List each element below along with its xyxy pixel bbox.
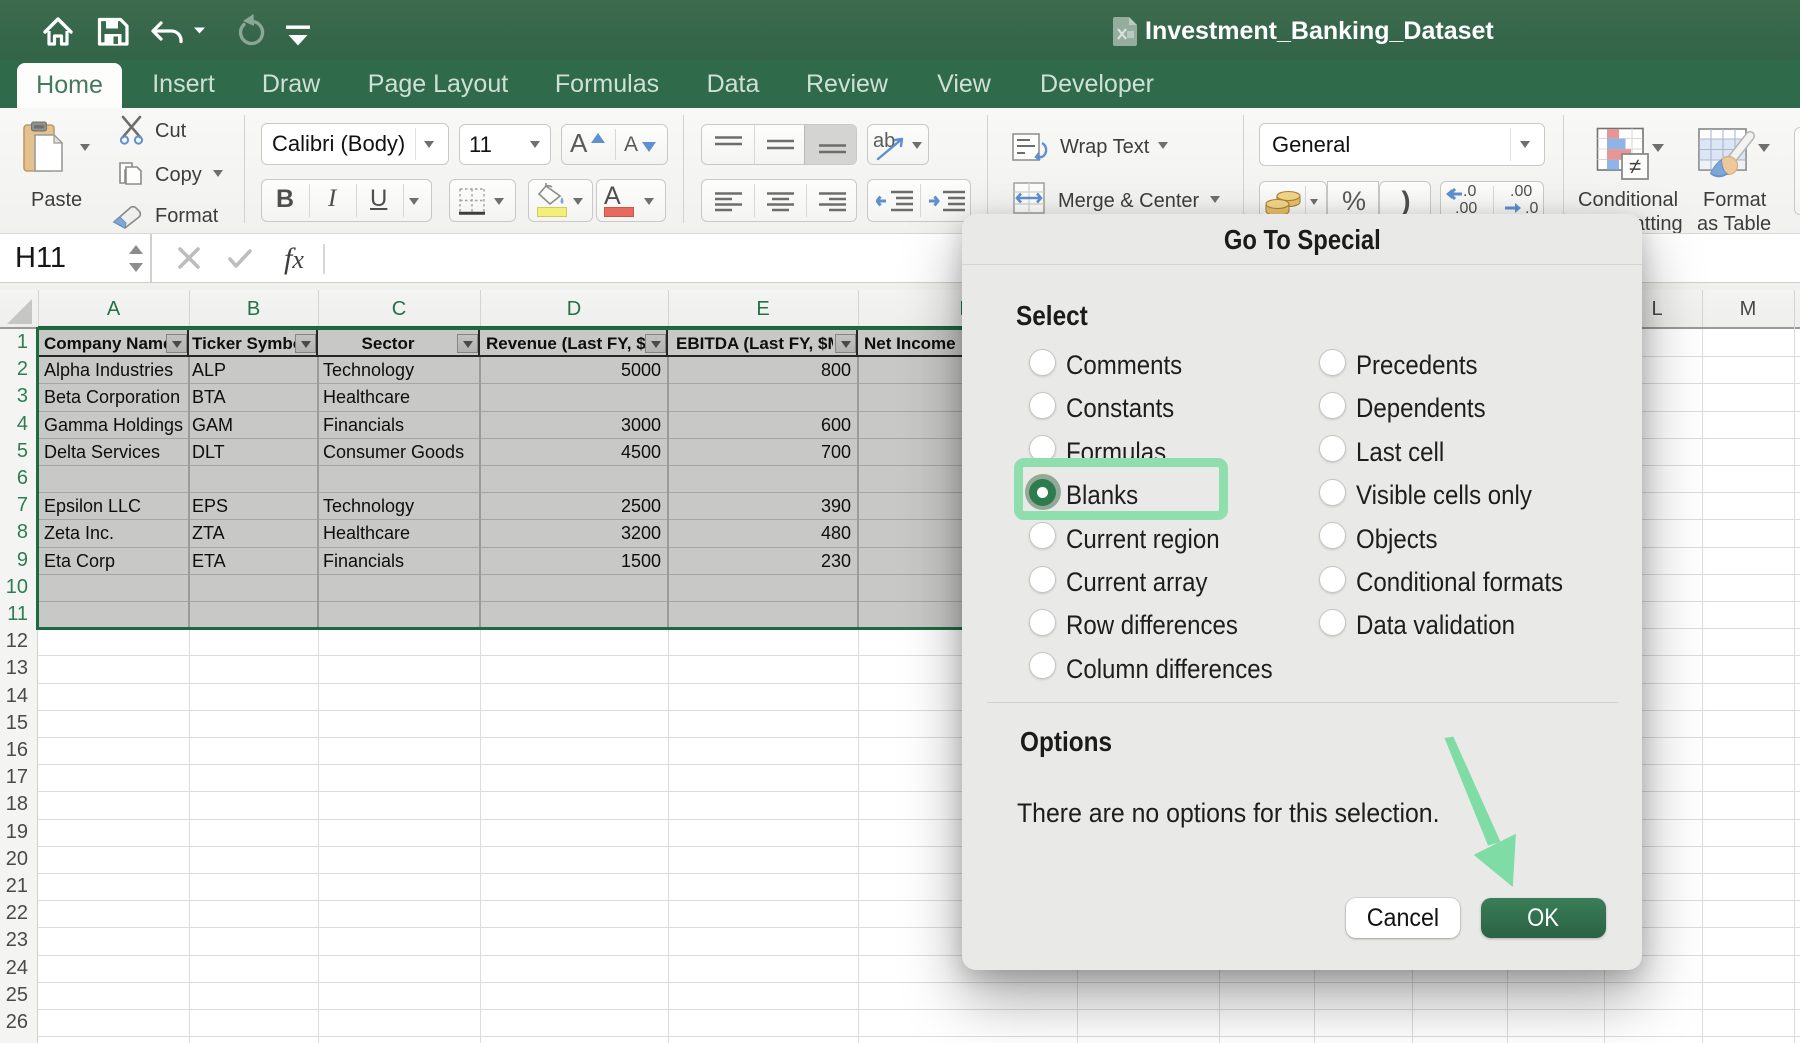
svg-text:≠: ≠ [1629,154,1641,179]
